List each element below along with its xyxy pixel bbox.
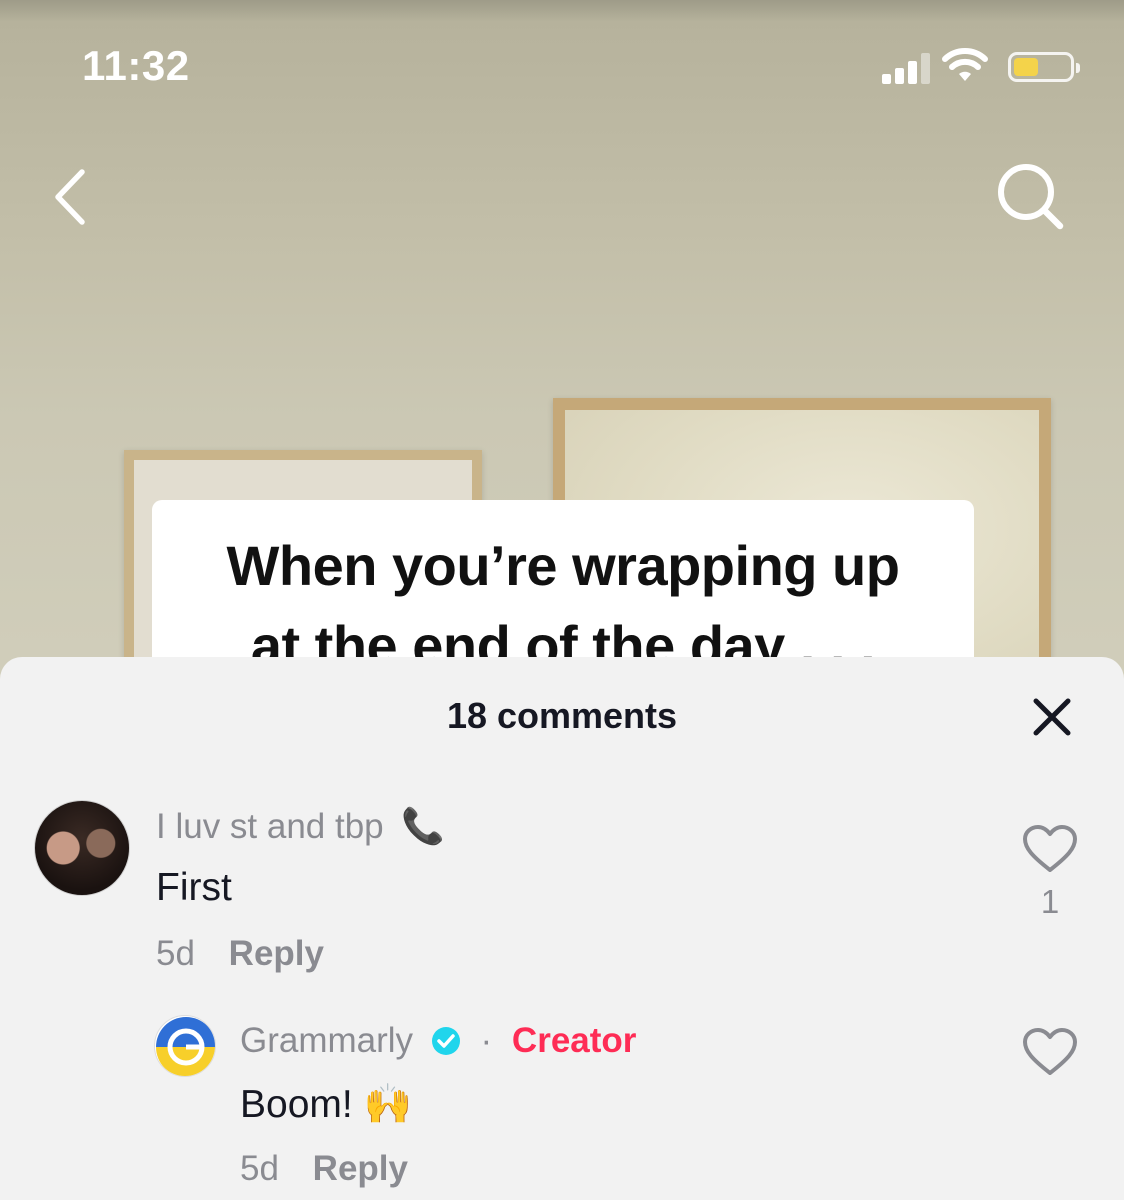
comment-age: 5d <box>240 1149 279 1188</box>
chevron-left-icon <box>55 169 85 225</box>
user-avatar[interactable] <box>34 800 130 896</box>
reply-button[interactable]: Reply <box>229 934 324 973</box>
telephone-emoji: 📞 <box>401 807 445 847</box>
comments-count-title: 18 comments <box>446 695 678 736</box>
comment-age: 5d <box>156 934 195 973</box>
battery-fill <box>1014 58 1038 76</box>
comment-text: Boom! 🙌 <box>240 1081 412 1127</box>
back-button[interactable] <box>44 162 104 232</box>
battery-cap <box>1076 63 1080 73</box>
battery-icon <box>1008 52 1080 82</box>
creator-badge: Creator <box>511 1021 637 1060</box>
comment-username-row[interactable]: I luv st and tbp 📞 <box>156 806 445 847</box>
like-count: 1 <box>1040 883 1060 920</box>
comment-text: First <box>156 866 232 909</box>
like-button[interactable]: 1 <box>1020 824 1080 921</box>
cellular-signal-icon <box>882 53 930 84</box>
close-icon <box>1033 698 1071 736</box>
heart-icon <box>1023 825 1077 872</box>
top-shade <box>0 0 1124 22</box>
grammarly-logo-icon <box>156 1017 215 1076</box>
comment-text-body: Boom! <box>240 1083 353 1126</box>
comment-meta: 5d Reply <box>156 934 324 974</box>
like-button[interactable] <box>1020 1027 1080 1082</box>
caption-line-1: When you’re wrapping up <box>226 534 900 597</box>
comment-username[interactable]: I luv st and tbp <box>156 807 384 846</box>
status-time: 11:32 <box>82 42 190 89</box>
close-button[interactable] <box>1030 695 1074 739</box>
comment-username[interactable]: Grammarly <box>240 1021 413 1060</box>
wifi-icon <box>942 48 988 81</box>
comment-meta: 5d Reply <box>240 1149 408 1189</box>
search-icon <box>998 164 1064 230</box>
comments-sheet: 18 comments I luv st and tbp 📞 First 5d … <box>0 657 1124 1200</box>
separator-dot: · <box>480 1021 493 1060</box>
video-player[interactable]: When you’re wrapping up at the end of th… <box>0 0 1124 700</box>
comment-username-row[interactable]: Grammarly · Creator <box>240 1021 636 1061</box>
search-button[interactable] <box>994 160 1068 234</box>
grammarly-avatar[interactable] <box>154 1015 216 1077</box>
reply-button[interactable]: Reply <box>313 1149 408 1188</box>
heart-icon <box>1023 1028 1077 1075</box>
verified-badge-icon <box>431 1027 460 1055</box>
raising-hands-emoji: 🙌 <box>363 1082 413 1127</box>
